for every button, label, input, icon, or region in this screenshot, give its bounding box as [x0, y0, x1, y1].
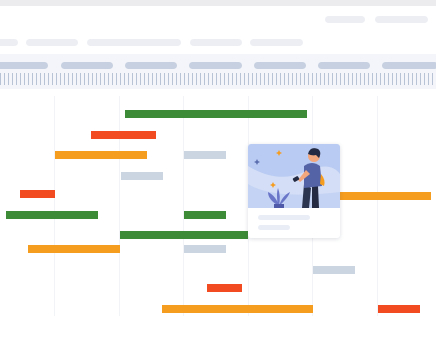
task-red-1[interactable] — [91, 131, 156, 139]
timeline-header-label-2 — [61, 62, 113, 69]
task-orange-2[interactable] — [340, 192, 431, 200]
task-green-3[interactable] — [184, 211, 226, 219]
task-grey-2[interactable] — [121, 172, 163, 180]
toolbar-placeholder-2[interactable] — [375, 16, 428, 23]
card-illustration — [248, 144, 340, 208]
task-green-4[interactable] — [120, 231, 248, 239]
task-red-3[interactable] — [207, 284, 242, 292]
timeline-header-label-1 — [0, 62, 48, 69]
task-orange-4[interactable] — [162, 305, 313, 313]
task-grey-1[interactable] — [184, 151, 226, 159]
nav-placeholder-3[interactable] — [87, 39, 181, 46]
task-orange-3[interactable] — [28, 245, 120, 253]
card-title-placeholder — [258, 215, 310, 220]
timeline-header-label-6 — [318, 62, 370, 69]
grid-line — [377, 96, 378, 316]
window-top-strip — [0, 0, 436, 6]
task-orange-1[interactable] — [55, 151, 147, 159]
nav-placeholder-4[interactable] — [190, 39, 242, 46]
timeline-header-label-7 — [382, 62, 436, 69]
nav-placeholder-5[interactable] — [250, 39, 303, 46]
nav-placeholder-1[interactable] — [0, 39, 18, 46]
grid-line — [119, 96, 120, 316]
task-red-4[interactable] — [378, 305, 420, 313]
grid-line — [54, 96, 55, 316]
toolbar-placeholder-1[interactable] — [325, 16, 365, 23]
timeline-header-label-5 — [254, 62, 306, 69]
task-red-2[interactable] — [20, 190, 55, 198]
card-subtitle-placeholder — [258, 225, 290, 230]
task-grey-4[interactable] — [313, 266, 355, 274]
task-grey-3[interactable] — [184, 245, 226, 253]
task-green-2[interactable] — [6, 211, 98, 219]
grid-line — [183, 96, 184, 316]
timeline-header-label-4 — [189, 62, 242, 69]
task-preview-card[interactable] — [248, 144, 340, 238]
nav-placeholder-2[interactable] — [26, 39, 78, 46]
timeline-header-label-3 — [125, 62, 177, 69]
person-with-phone-illustration — [248, 148, 340, 208]
timeline-tick-ruler — [0, 73, 436, 85]
task-green-1[interactable] — [125, 110, 307, 118]
